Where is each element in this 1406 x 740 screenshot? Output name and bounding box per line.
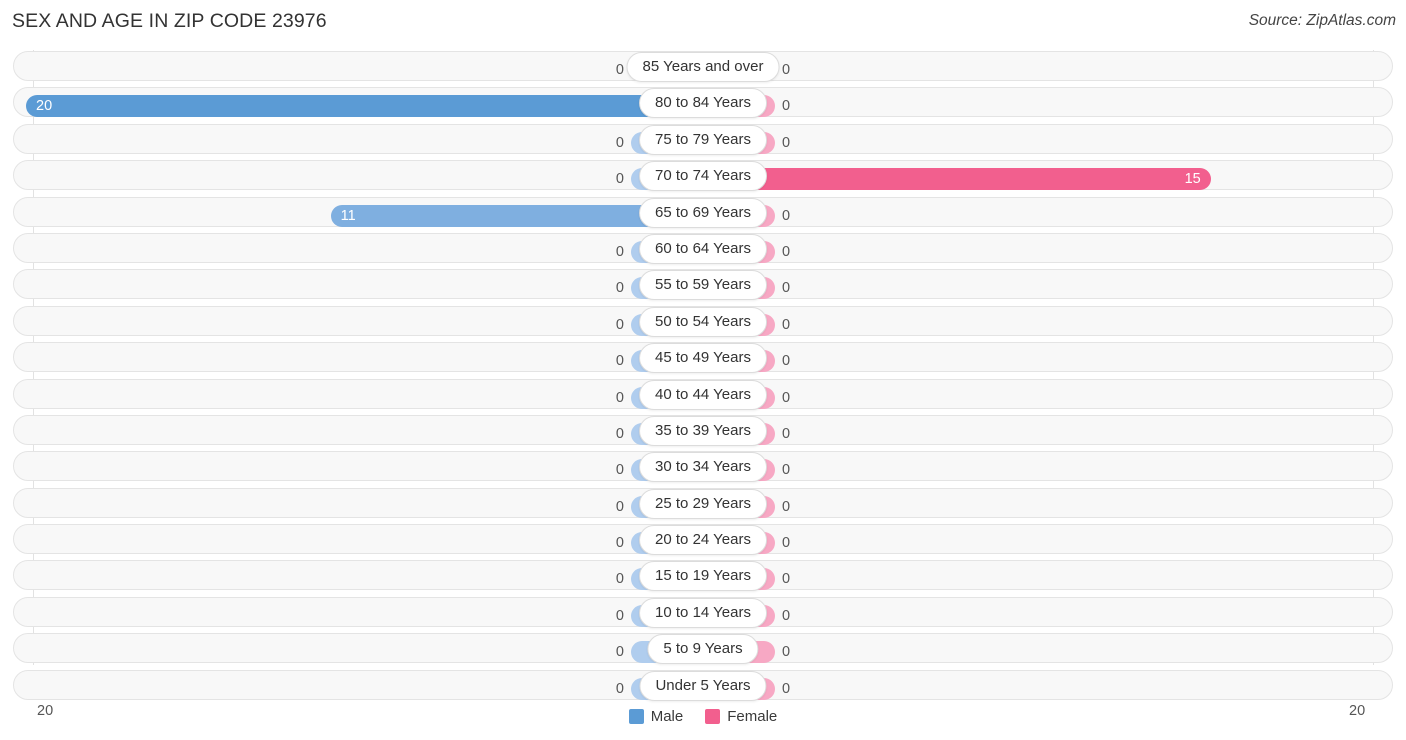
female-value-label: 0 — [782, 280, 791, 297]
female-value-label: 0 — [782, 571, 791, 588]
female-value-label: 0 — [782, 425, 791, 442]
age-group-label: 40 to 44 Years — [639, 379, 767, 410]
age-group-label: 60 to 64 Years — [639, 233, 767, 264]
chart-legend: Male Female — [0, 701, 1406, 731]
page-title: SEX AND AGE IN ZIP CODE 23976 — [12, 10, 327, 32]
male-value-label: 0 — [615, 316, 624, 333]
male-value-label: 0 — [615, 607, 624, 624]
male-value-label: 0 — [615, 171, 624, 188]
bar-row: 0 0 75 to 79 Years — [0, 121, 1406, 157]
male-bar[interactable]: 20 — [26, 95, 703, 118]
age-group-label: 30 to 34 Years — [639, 452, 767, 483]
male-value-label: 0 — [615, 389, 624, 406]
age-group-label: 10 to 14 Years — [639, 597, 767, 628]
male-value-label: 0 — [615, 353, 624, 370]
female-value-label: 0 — [782, 243, 791, 260]
male-value-label: 0 — [615, 498, 624, 515]
female-value-label: 0 — [782, 389, 791, 406]
bar-row: 0 0 20 to 24 Years — [0, 521, 1406, 557]
age-group-label: 85 Years and over — [626, 52, 780, 82]
female-value-label: 0 — [782, 134, 791, 151]
female-value-label: 0 — [782, 353, 791, 370]
female-value-label: 0 — [782, 680, 791, 697]
male-value-label: 0 — [615, 280, 624, 297]
bar-row: 0 0 15 to 19 Years — [0, 557, 1406, 593]
age-group-label: 50 to 54 Years — [639, 306, 767, 337]
male-value-label: 0 — [615, 462, 624, 479]
bar-row: 0 0 30 to 34 Years — [0, 448, 1406, 484]
age-group-label: 55 to 59 Years — [639, 270, 767, 301]
age-group-label: 25 to 29 Years — [639, 488, 767, 519]
bar-row: 0 0 55 to 59 Years — [0, 266, 1406, 302]
bar-row: 0 0 Under 5 Years — [0, 667, 1406, 703]
age-group-label: 65 to 69 Years — [639, 197, 767, 228]
female-value-label: 15 — [1184, 171, 1201, 188]
bar-row: 0 0 50 to 54 Years — [0, 303, 1406, 339]
female-value-label: 0 — [782, 607, 791, 624]
female-bar[interactable]: 15 — [703, 168, 1211, 191]
legend-label-female: Female — [727, 707, 778, 725]
female-value-label: 0 — [782, 535, 791, 552]
bar-row: 0 0 40 to 44 Years — [0, 376, 1406, 412]
bar-row: 0 0 85 Years and over — [0, 48, 1406, 84]
female-value-label: 0 — [782, 207, 791, 224]
female-value-label: 0 — [782, 644, 791, 661]
male-value-label: 0 — [615, 134, 624, 151]
male-value-label: 11 — [340, 207, 356, 224]
source-attribution: Source: ZipAtlas.com — [1248, 12, 1396, 29]
male-value-label: 0 — [615, 571, 624, 588]
male-value-label: 20 — [36, 98, 53, 115]
female-value-label: 0 — [782, 462, 791, 479]
chart-plot-area: 0 0 85 Years and over 20 0 80 to 84 Years 0 0 75… — [0, 46, 1406, 725]
age-group-label: Under 5 Years — [639, 670, 767, 701]
bar-row: 0 0 60 to 64 Years — [0, 230, 1406, 266]
bar-row: 11 0 65 to 69 Years — [0, 194, 1406, 230]
female-value-label: 0 — [782, 98, 791, 115]
bar-row: 0 0 10 to 14 Years — [0, 594, 1406, 630]
age-group-label: 80 to 84 Years — [639, 88, 767, 119]
age-group-label: 20 to 24 Years — [639, 525, 767, 556]
male-value-label: 0 — [615, 62, 624, 78]
male-value-label: 0 — [615, 680, 624, 697]
bar-row: 0 0 35 to 39 Years — [0, 412, 1406, 448]
legend-item-female[interactable]: Female — [705, 708, 777, 725]
male-value-label: 0 — [615, 425, 624, 442]
age-group-label: 75 to 79 Years — [639, 124, 767, 155]
female-value-label: 0 — [782, 62, 791, 78]
female-color-swatch-icon — [705, 708, 721, 724]
female-value-label: 0 — [782, 316, 791, 333]
bar-row: 20 0 80 to 84 Years — [0, 84, 1406, 120]
male-value-label: 0 — [615, 644, 624, 661]
bar-row: 0 0 45 to 49 Years — [0, 339, 1406, 375]
age-group-label: 5 to 9 Years — [647, 634, 759, 665]
age-group-label: 70 to 74 Years — [639, 161, 767, 192]
legend-item-male[interactable]: Male — [628, 707, 684, 725]
bar-row: 0 15 70 to 74 Years — [0, 157, 1406, 193]
bar-row: 0 0 5 to 9 Years — [0, 630, 1406, 666]
bar-row: 0 0 25 to 29 Years — [0, 485, 1406, 521]
male-value-label: 0 — [615, 243, 624, 260]
age-group-label: 15 to 19 Years — [639, 561, 767, 592]
female-value-label: 0 — [782, 498, 791, 515]
bar-rows-container: 0 0 85 Years and over 20 0 80 to 84 Years 0 0 75… — [0, 48, 1406, 703]
age-group-label: 35 to 39 Years — [639, 415, 767, 446]
male-value-label: 0 — [615, 535, 624, 552]
age-group-label: 45 to 49 Years — [639, 343, 767, 374]
legend-label-male: Male — [650, 707, 684, 725]
male-color-swatch-icon — [628, 708, 644, 724]
chart-header: SEX AND AGE IN ZIP CODE 23976 Source: Zi… — [0, 0, 1406, 44]
